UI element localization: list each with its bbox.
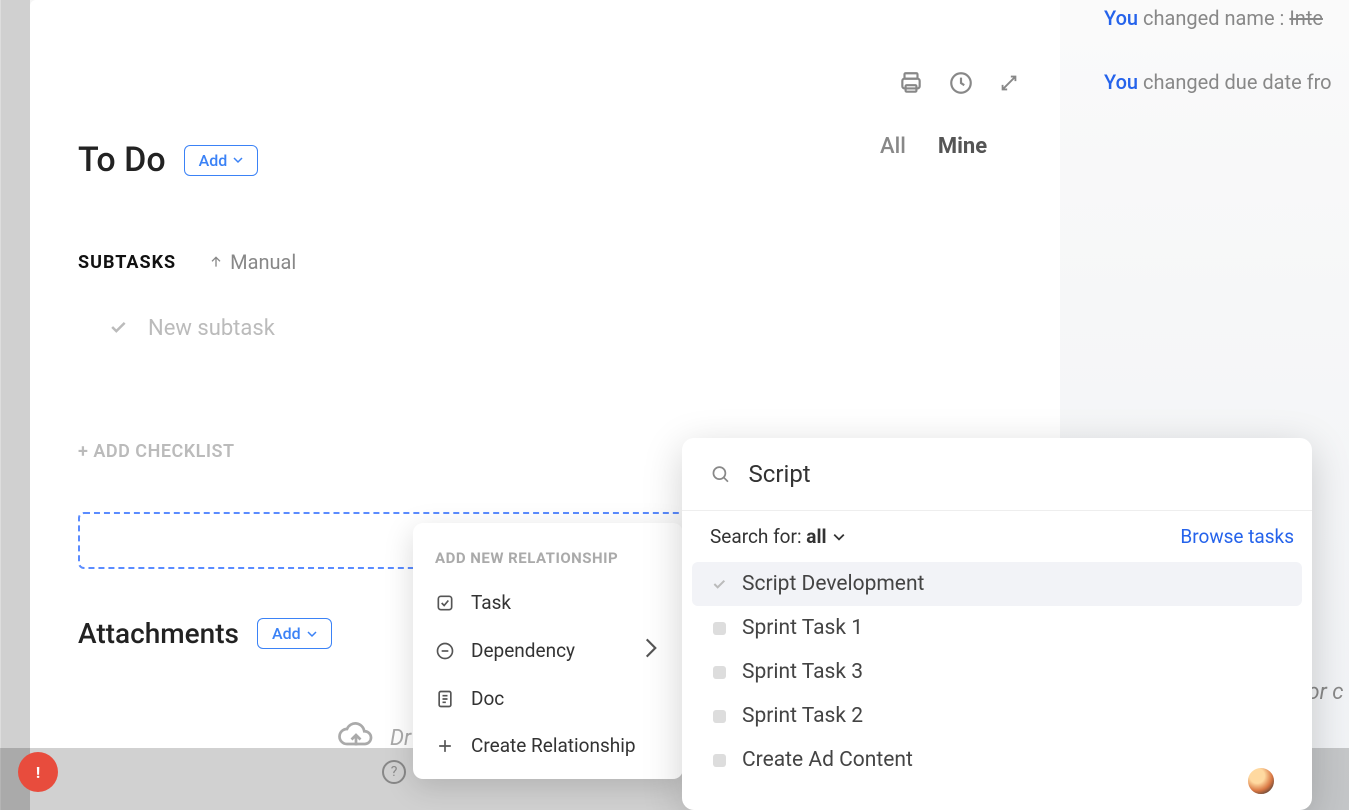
result-label: Sprint Task 3 <box>742 660 863 684</box>
activity-tabs: All Mine <box>880 134 1349 159</box>
search-filter[interactable]: Search for: all <box>710 525 845 548</box>
new-subtask-placeholder: New subtask <box>148 316 275 341</box>
page-title: To Do <box>78 140 166 180</box>
dependency-icon <box>435 641 455 661</box>
tab-all[interactable]: All <box>880 134 906 159</box>
popup-item-dependency[interactable]: Dependency <box>413 626 683 675</box>
chevron-down-icon <box>833 531 845 543</box>
browse-tasks-link[interactable]: Browse tasks <box>1180 525 1294 548</box>
add-button-label: Add <box>199 151 228 170</box>
activity-user: You <box>1104 70 1138 94</box>
status-box-icon <box>710 619 728 637</box>
chevron-down-icon <box>307 629 317 639</box>
search-row <box>682 438 1312 511</box>
subtasks-header: SUBTASKS Manual <box>78 250 1060 274</box>
activity-item: You changed name : Inte <box>1104 6 1349 30</box>
print-icon[interactable] <box>898 70 924 100</box>
activity-text: changed due date fro <box>1138 70 1332 94</box>
result-label: Script Development <box>742 572 924 596</box>
plus-icon <box>435 736 455 756</box>
attachments-title: Attachments <box>78 617 239 650</box>
check-icon <box>710 575 728 593</box>
attachments-add-button[interactable]: Add <box>257 618 332 649</box>
sort-label: Manual <box>230 250 296 274</box>
relationship-popup: ADD NEW RELATIONSHIP Task Dependency Doc… <box>413 523 683 779</box>
user-avatar[interactable] <box>1246 766 1276 796</box>
activity-item: You changed due date fro <box>1104 70 1349 94</box>
popup-item-label: Dependency <box>471 639 575 662</box>
history-icon[interactable] <box>948 70 974 100</box>
tab-mine[interactable]: Mine <box>938 134 987 159</box>
task-icon <box>435 593 455 613</box>
attachments-add-label: Add <box>272 624 301 643</box>
dimmed-background <box>0 0 30 810</box>
activity-text: changed name : <box>1138 6 1289 30</box>
doc-icon <box>435 689 455 709</box>
popup-item-label: Task <box>471 591 511 614</box>
sort-toggle[interactable]: Manual <box>208 250 296 274</box>
popup-item-label: Create Relationship <box>471 734 636 757</box>
help-icon[interactable]: ? <box>382 760 406 784</box>
arrow-up-icon <box>208 254 224 270</box>
status-box-icon <box>710 663 728 681</box>
search-for-value: all <box>806 525 826 548</box>
search-popup: Search for: all Browse tasks Script Deve… <box>682 438 1312 810</box>
activity-old-value: Inte <box>1289 6 1323 30</box>
add-button[interactable]: Add <box>184 145 259 176</box>
check-icon <box>108 317 128 341</box>
drop-hint: Dr <box>390 726 411 751</box>
result-item[interactable]: Sprint Task 1 <box>692 606 1302 650</box>
popup-item-doc[interactable]: Doc <box>413 675 683 722</box>
search-icon <box>710 463 731 485</box>
status-box-icon <box>710 707 728 725</box>
new-subtask-row[interactable]: New subtask <box>108 316 1060 341</box>
search-for-prefix: Search for: <box>710 525 806 548</box>
result-item[interactable]: Create Ad Content <box>692 738 1302 782</box>
result-label: Sprint Task 1 <box>742 616 863 640</box>
popup-item-create[interactable]: Create Relationship <box>413 722 683 769</box>
user-avatar-badge[interactable]: ! <box>18 752 58 792</box>
result-label: Sprint Task 2 <box>742 704 863 728</box>
result-item[interactable]: Script Development <box>692 562 1302 606</box>
activity-user: You <box>1104 6 1138 30</box>
chevron-down-icon <box>233 155 243 165</box>
popup-header: ADD NEW RELATIONSHIP <box>413 541 683 579</box>
popup-item-task[interactable]: Task <box>413 579 683 626</box>
subtasks-label: SUBTASKS <box>78 252 176 273</box>
search-meta: Search for: all Browse tasks <box>682 511 1312 562</box>
result-label: Create Ad Content <box>742 748 913 772</box>
popup-item-label: Doc <box>471 687 504 710</box>
result-item[interactable]: Sprint Task 2 <box>692 694 1302 738</box>
result-item[interactable]: Sprint Task 3 <box>692 650 1302 694</box>
result-list: Script Development Sprint Task 1 Sprint … <box>682 562 1312 782</box>
chevron-right-icon <box>641 638 661 663</box>
expand-icon[interactable] <box>998 72 1020 98</box>
top-actions <box>898 70 1020 100</box>
status-box-icon <box>710 751 728 769</box>
search-input[interactable] <box>749 460 1284 488</box>
